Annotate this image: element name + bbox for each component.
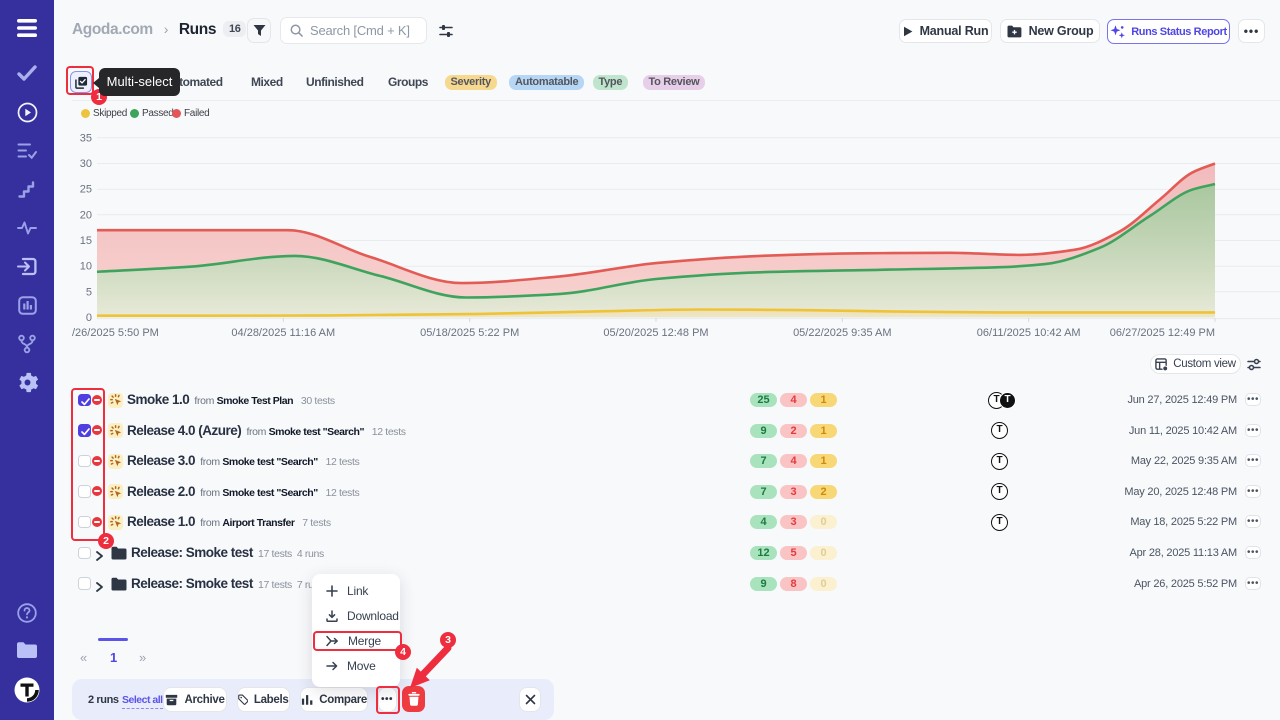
svg-text:05/18/2025 5:22 PM: 05/18/2025 5:22 PM	[420, 327, 519, 339]
svg-text:10: 10	[80, 261, 92, 273]
svg-text:0: 0	[86, 312, 92, 324]
svg-text:/26/2025 5:50 PM: /26/2025 5:50 PM	[72, 327, 159, 339]
svg-text:05/22/2025 9:35 AM: 05/22/2025 9:35 AM	[793, 327, 891, 339]
svg-text:04/28/2025 11:16 AM: 04/28/2025 11:16 AM	[231, 327, 335, 339]
svg-text:06/11/2025 10:42 AM: 06/11/2025 10:42 AM	[977, 327, 1081, 339]
svg-text:5: 5	[86, 286, 92, 298]
svg-text:30: 30	[80, 158, 92, 170]
svg-text:35: 35	[80, 132, 92, 144]
svg-text:20: 20	[80, 209, 92, 221]
svg-text:05/20/2025 12:48 PM: 05/20/2025 12:48 PM	[603, 327, 708, 339]
svg-text:06/27/2025 12:49 PM: 06/27/2025 12:49 PM	[1110, 327, 1215, 339]
svg-text:15: 15	[80, 235, 92, 247]
svg-text:25: 25	[80, 184, 92, 196]
